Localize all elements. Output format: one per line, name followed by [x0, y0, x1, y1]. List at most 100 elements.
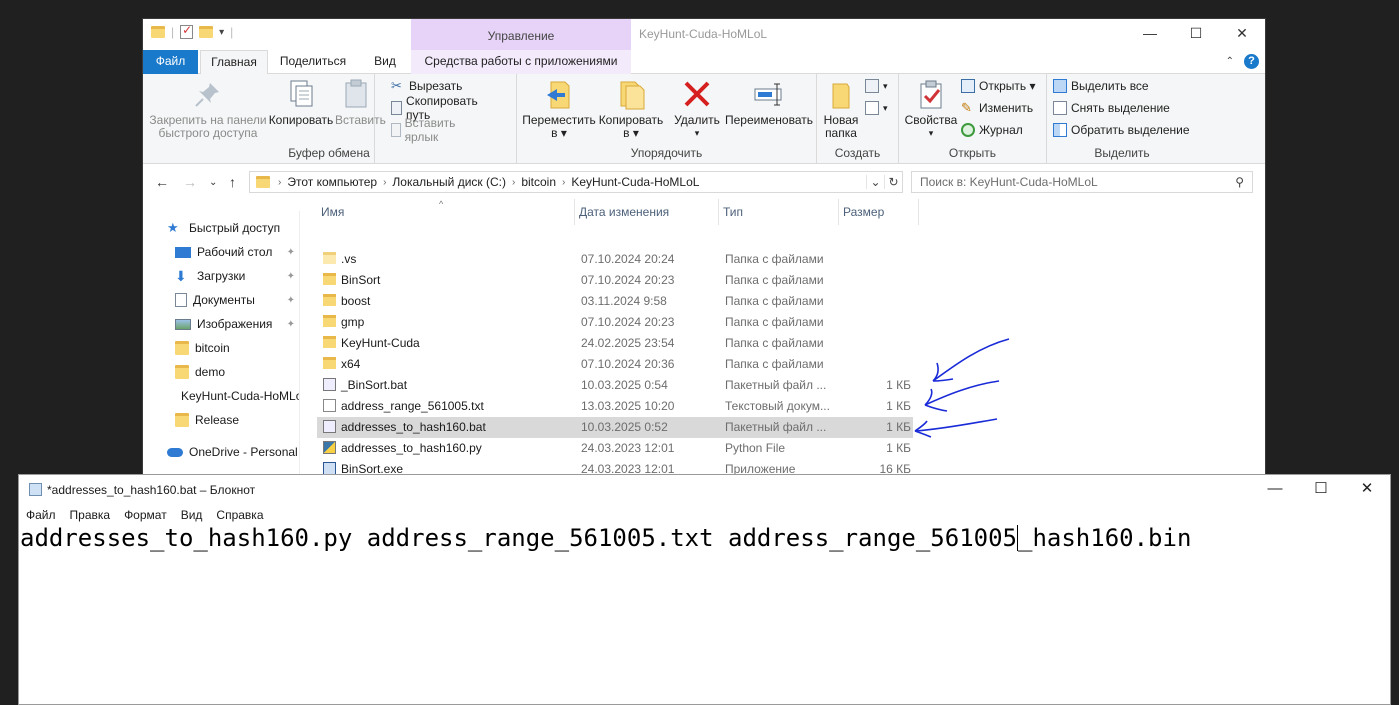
chevron-right-icon[interactable]: ›	[278, 177, 281, 188]
nav-release[interactable]: Release	[175, 409, 299, 431]
file-row[interactable]: addresses_to_hash160.py 24.03.2023 12:01 P…	[317, 438, 913, 459]
pin-quick-access-button[interactable]: Закрепить на панели быстрого доступа	[149, 78, 267, 140]
folder-icon	[323, 273, 336, 285]
notepad-text-area[interactable]: addresses_to_hash160.py address_range_56…	[19, 524, 1390, 704]
forward-arrow-icon[interactable]: →	[183, 174, 197, 190]
pin-icon: ✦	[286, 246, 295, 258]
properties-dropdown-icon[interactable]: ▾	[903, 127, 959, 140]
nav-downloads[interactable]: ⬇ Загрузки ✦	[175, 265, 299, 287]
rename-button[interactable]: Переименовать	[723, 78, 815, 127]
pin-label-line2: быстрого доступа	[158, 126, 258, 140]
file-row[interactable]: .vs 07.10.2024 20:24 Папка с файлами	[317, 249, 913, 270]
breadcrumb[interactable]: › Этот компьютер › Локальный диск (C:) ›…	[249, 171, 903, 193]
menu-file[interactable]: Файл	[19, 506, 63, 524]
chevron-right-icon[interactable]: ›	[512, 177, 515, 188]
invert-selection-label: Обратить выделение	[1071, 123, 1190, 137]
move-to-button[interactable]: Переместить в ▾	[521, 78, 597, 140]
search-icon[interactable]: ⚲	[1235, 172, 1244, 192]
nav-pictures[interactable]: Изображения ✦	[175, 313, 299, 335]
minimize-button[interactable]: —	[1252, 475, 1298, 503]
maximize-button[interactable]: ☐	[1173, 19, 1219, 49]
paste-button[interactable]: Вставить	[335, 78, 386, 127]
properties-button[interactable]: Свойства ▾	[903, 78, 959, 140]
nav-bitcoin[interactable]: bitcoin	[175, 337, 299, 359]
tab-app-tools[interactable]: Средства работы с приложениями	[411, 50, 631, 74]
file-date: 07.10.2024 20:23	[581, 273, 675, 287]
chevron-right-icon[interactable]: ›	[383, 177, 386, 188]
tab-view[interactable]: Вид	[367, 50, 403, 74]
nav-onedrive[interactable]: OneDrive - Personal	[167, 441, 299, 463]
clipboard-group: Закрепить на панели быстрого доступа Коп…	[143, 74, 478, 164]
menu-view[interactable]: Вид	[174, 506, 210, 524]
select-all-button[interactable]: Выделить все	[1053, 76, 1149, 96]
file-row[interactable]: address_range_561005.txt 13.03.2025 10:20…	[317, 396, 913, 417]
minimize-button[interactable]: —	[1127, 19, 1173, 49]
nav-documents[interactable]: Документы ✦	[175, 289, 299, 311]
select-none-button[interactable]: Снять выделение	[1053, 98, 1170, 118]
menu-help[interactable]: Справка	[209, 506, 270, 524]
new-folder-button[interactable]: Новая папка	[821, 78, 861, 140]
refresh-icon[interactable]: ↻	[884, 175, 902, 189]
nav-keyhunt[interactable]: KeyHunt-Cuda-HoMLoL	[175, 385, 299, 407]
breadcrumb-item[interactable]: bitcoin	[521, 175, 556, 189]
file-date: 07.10.2024 20:24	[581, 252, 675, 266]
up-arrow-icon[interactable]: ↑	[229, 174, 236, 190]
menu-edit[interactable]: Правка	[63, 506, 118, 524]
nav-demo[interactable]: demo	[175, 361, 299, 383]
breadcrumb-item[interactable]: Этот компьютер	[287, 175, 377, 189]
file-row[interactable]: boost 03.11.2024 9:58 Папка с файлами	[317, 291, 913, 312]
copy-to-button[interactable]: Копировать в ▾	[595, 78, 667, 140]
column-header-name[interactable]: Имя ^	[317, 199, 575, 225]
search-input[interactable]: Поиск в: KeyHunt-Cuda-HoMLoL ⚲	[911, 171, 1253, 193]
edit-pencil-icon: ✎	[961, 100, 972, 115]
navigation-pane-scrollbar[interactable]	[299, 211, 300, 477]
open-button[interactable]: Открыть ▾	[961, 76, 1035, 96]
tab-home[interactable]: Главная	[200, 50, 268, 74]
file-row[interactable]: x64 07.10.2024 20:36 Папка с файлами	[317, 354, 913, 375]
file-list: Имя ^ Дата изменения Тип Размер .vs 07.10…	[317, 199, 919, 477]
chevron-right-icon[interactable]: ›	[562, 177, 565, 188]
recent-locations-icon[interactable]: ⌄	[209, 177, 217, 188]
file-row[interactable]: KeyHunt-Cuda 24.02.2025 23:54 Папка с файл…	[317, 333, 913, 354]
text-before-caret: addresses_to_hash160.py address_range_56…	[20, 524, 1017, 552]
folder-icon	[175, 341, 189, 355]
delete-dropdown-icon[interactable]: ▾	[671, 127, 723, 140]
manage-contextual-tab[interactable]: Управление	[411, 19, 631, 50]
tab-file[interactable]: Файл	[143, 50, 198, 74]
nav-desktop[interactable]: Рабочий стол ✦	[175, 241, 299, 263]
close-button[interactable]: ✕	[1219, 19, 1265, 49]
menu-format[interactable]: Формат	[117, 506, 174, 524]
close-button[interactable]: ✕	[1344, 475, 1390, 503]
properties-icon[interactable]	[180, 23, 194, 39]
maximize-button[interactable]: ☐	[1298, 475, 1344, 503]
file-row[interactable]: BinSort 07.10.2024 20:23 Папка с файлами	[317, 270, 913, 291]
column-header-size[interactable]: Размер	[839, 199, 919, 225]
back-arrow-icon[interactable]: ←	[155, 174, 169, 190]
delete-button[interactable]: Удалить ▾	[671, 78, 723, 140]
file-date: 10.03.2025 0:52	[581, 420, 668, 434]
new-folder-icon[interactable]	[199, 26, 214, 38]
breadcrumb-item[interactable]: Локальный диск (C:)	[392, 175, 506, 189]
new-item-button[interactable]: ▾	[865, 76, 888, 96]
file-row[interactable]: addresses_to_hash160.bat 10.03.2025 0:52 П…	[317, 417, 913, 438]
easy-access-button[interactable]: ▾	[865, 98, 888, 118]
sort-ascending-icon: ^	[439, 199, 444, 209]
ribbon: Закрепить на панели быстрого доступа Коп…	[143, 74, 1265, 164]
file-name: addresses_to_hash160.py	[341, 441, 482, 455]
invert-selection-button[interactable]: Обратить выделение	[1053, 120, 1190, 140]
select-all-label: Выделить все	[1071, 79, 1149, 93]
file-row[interactable]: gmp 07.10.2024 20:23 Папка с файлами	[317, 312, 913, 333]
address-dropdown-icon[interactable]: ⌄	[866, 175, 884, 189]
history-button[interactable]: Журнал	[961, 120, 1023, 140]
copy-button[interactable]: Копировать	[267, 78, 335, 127]
column-header-type[interactable]: Тип	[719, 199, 839, 225]
breadcrumb-item[interactable]: KeyHunt-Cuda-HoMLoL	[571, 175, 699, 189]
tab-share[interactable]: Поделиться	[273, 50, 353, 74]
edit-button[interactable]: ✎ Изменить	[961, 98, 1033, 118]
qat-dropdown-icon[interactable]: ▾	[219, 27, 224, 38]
help-icon[interactable]: ?	[1244, 54, 1259, 69]
ribbon-collapse-icon[interactable]: ⌃	[1226, 56, 1234, 67]
file-row[interactable]: _BinSort.bat 10.03.2025 0:54 Пакетный файл…	[317, 375, 913, 396]
folder-icon[interactable]	[151, 26, 165, 38]
column-header-date[interactable]: Дата изменения	[575, 199, 719, 225]
